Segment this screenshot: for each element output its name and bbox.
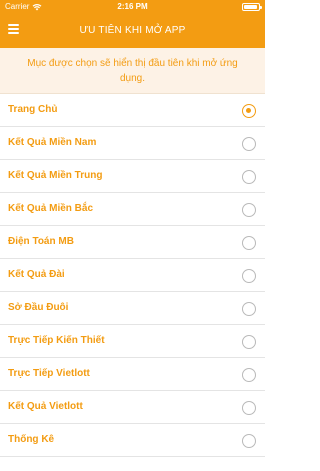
option-row-trang-chu[interactable]: Trang Chủ: [0, 94, 265, 127]
status-bar: Carrier 2:16 PM: [0, 0, 265, 14]
option-row-thong-ke[interactable]: Thống Kê: [0, 424, 265, 457]
status-time: 2:16 PM: [117, 2, 148, 11]
battery-icon: [242, 3, 262, 11]
radio-selected-icon[interactable]: [242, 104, 256, 118]
radio-unselected-icon[interactable]: [242, 302, 256, 316]
radio-unselected-icon[interactable]: [242, 368, 256, 382]
radio-unselected-icon[interactable]: [242, 203, 256, 217]
option-row-dien-toan-mb[interactable]: Điện Toán MB: [0, 226, 265, 259]
radio-unselected-icon[interactable]: [242, 137, 256, 151]
option-row-so-dau-duoi[interactable]: Sở Đầu Đuôi: [0, 292, 265, 325]
option-label: Điện Toán MB: [8, 236, 74, 247]
option-label: Trực Tiếp Vietlott: [8, 368, 90, 379]
option-label: Sở Đầu Đuôi: [8, 302, 69, 313]
option-row-ket-qua-dai[interactable]: Kết Quả Đài: [0, 259, 265, 292]
option-label: Kết Quả Vietlott: [8, 401, 83, 412]
option-row-ket-qua-vietlott[interactable]: Kết Quả Vietlott: [0, 391, 265, 424]
option-label: Kết Quả Miền Trung: [8, 170, 103, 181]
option-row-ket-qua-mien-trung[interactable]: Kết Quả Miền Trung: [0, 160, 265, 193]
radio-unselected-icon[interactable]: [242, 170, 256, 184]
option-label: Thống Kê: [8, 434, 55, 445]
option-label: Kết Quả Miền Nam: [8, 137, 97, 148]
option-label: Trang Chủ: [8, 104, 58, 115]
option-label: Trực Tiếp Kiến Thiết: [8, 335, 105, 346]
option-label: Kết Quả Miền Bắc: [8, 203, 94, 214]
option-row-truc-tiep-kien-thiet[interactable]: Trực Tiếp Kiến Thiết: [0, 325, 265, 358]
info-banner: Mục được chọn sẽ hiển thị đầu tiên khi m…: [0, 48, 265, 94]
option-label: Kết Quả Đài: [8, 269, 65, 280]
info-banner-text: Mục được chọn sẽ hiển thị đầu tiên khi m…: [27, 58, 238, 84]
radio-unselected-icon[interactable]: [242, 401, 256, 415]
radio-unselected-icon[interactable]: [242, 335, 256, 349]
page-title: ƯU TIÊN KHI MỞ APP: [79, 25, 186, 36]
option-row-ket-qua-mien-nam[interactable]: Kết Quả Miền Nam: [0, 127, 265, 160]
radio-unselected-icon[interactable]: [242, 269, 256, 283]
radio-unselected-icon[interactable]: [242, 434, 256, 448]
navigation-bar: ƯU TIÊN KHI MỞ APP: [0, 14, 265, 48]
option-row-truc-tiep-vietlott[interactable]: Trực Tiếp Vietlott: [0, 358, 265, 391]
startup-options-list: Trang Chủ Kết Quả Miền Nam Kết Quả Miền …: [0, 94, 265, 457]
radio-unselected-icon[interactable]: [242, 236, 256, 250]
option-row-ket-qua-mien-bac[interactable]: Kết Quả Miền Bắc: [0, 193, 265, 226]
